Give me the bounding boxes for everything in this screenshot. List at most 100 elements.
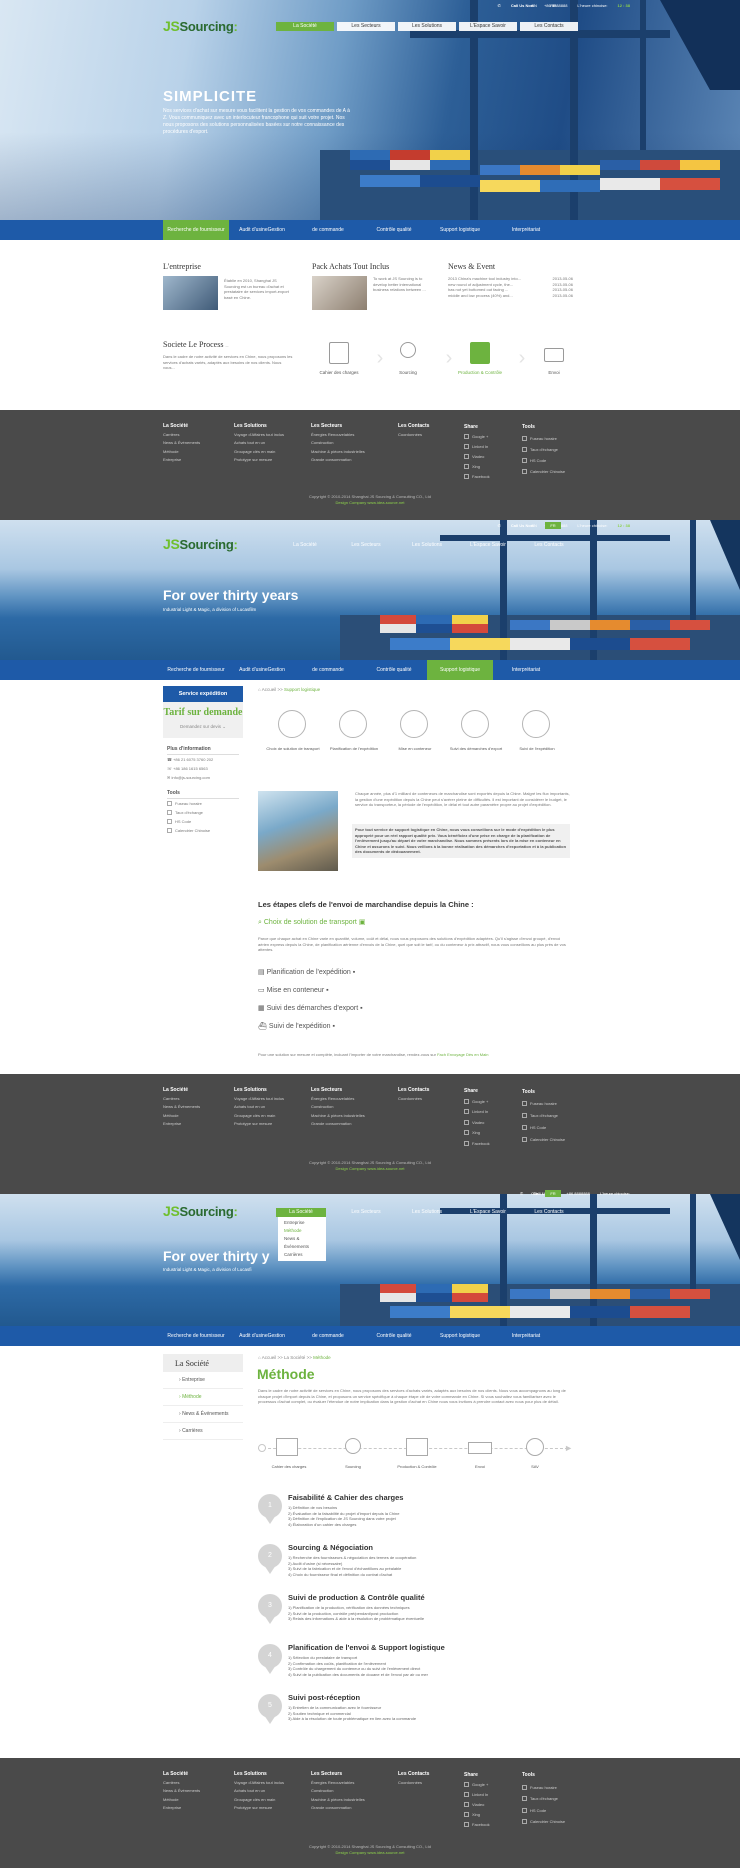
subnav-controle[interactable]: Contrôle qualité bbox=[361, 1326, 427, 1346]
logo[interactable]: JSSourcing: bbox=[163, 1203, 238, 1219]
nav-espace-savoir[interactable]: L'Espace Savoir bbox=[459, 1208, 517, 1217]
subnav-recherche[interactable]: Recherche de fournisseur bbox=[163, 1326, 229, 1346]
ship-step-label[interactable]: Suivi des démarches d'export bbox=[441, 746, 511, 751]
footer-link[interactable]: Taux d'échange bbox=[522, 1110, 565, 1122]
footer-link[interactable]: Machine & pièces industrielles bbox=[311, 1112, 365, 1121]
sidebar-item-methode[interactable]: › Méthode bbox=[163, 1389, 243, 1406]
step-conteneur[interactable]: ▭ Mise en conteneur ▪ bbox=[258, 986, 329, 994]
design-credit-link[interactable]: Design Company www.idea-source.net bbox=[0, 500, 740, 506]
logo[interactable]: JSSourcing: bbox=[163, 536, 238, 552]
step-cahier[interactable]: Cahier des charges bbox=[313, 342, 365, 375]
design-credit-link[interactable]: Design Company www.idea-source.net bbox=[0, 1850, 740, 1856]
footer-link[interactable]: Facebook bbox=[464, 1820, 490, 1830]
breadcrumb-home[interactable]: Accueil bbox=[262, 1355, 277, 1360]
footer-link[interactable]: Xing bbox=[464, 1128, 490, 1139]
footer-link[interactable]: Viadeo bbox=[464, 1118, 490, 1129]
footer-link[interactable]: Coordonnées bbox=[398, 1095, 429, 1104]
footer-link[interactable]: Xing bbox=[464, 462, 490, 472]
footer-link[interactable]: HS Code bbox=[522, 1805, 565, 1817]
tool-link[interactable]: HS Code bbox=[167, 817, 239, 826]
footer-link[interactable]: Prototype sur mesure bbox=[234, 1804, 284, 1813]
footer-link[interactable]: Machine & pièces industrielles bbox=[311, 448, 365, 457]
footer-link[interactable]: Google + bbox=[464, 1097, 490, 1108]
subnav-commande[interactable]: de commande bbox=[295, 220, 361, 240]
footer-link[interactable]: Prototype sur mesure bbox=[234, 456, 284, 465]
subnav-interpretariat[interactable]: Interprétariat bbox=[493, 1326, 559, 1346]
footer-link[interactable]: Calendrier Chinoise bbox=[522, 466, 565, 477]
footer-link[interactable]: Énergies Renouvelables bbox=[311, 1779, 365, 1788]
footer-link[interactable]: Méthode bbox=[163, 448, 200, 457]
subnav-commande[interactable]: de commande bbox=[295, 1326, 361, 1346]
footer-link[interactable]: Grande consommation bbox=[311, 456, 365, 465]
subnav-logistique[interactable]: Support logistique bbox=[427, 1326, 493, 1346]
step-choix[interactable]: ⌕ Choix de solution de transport ▣ bbox=[258, 918, 365, 927]
tool-link[interactable]: Fuseau horaire bbox=[167, 799, 239, 808]
subnav-audit[interactable]: Audit d'usineGestion bbox=[229, 1326, 295, 1346]
footer-link[interactable]: Fuseau horaire bbox=[522, 1782, 565, 1794]
sidebar-item-news[interactable]: › News & Événements bbox=[163, 1406, 243, 1423]
step-suivi[interactable]: ⛴ Suivi de l'expédition ▪ bbox=[258, 1022, 335, 1030]
footer-link[interactable]: Grande consommation bbox=[311, 1120, 365, 1129]
footer-link[interactable]: Groupage clés en main bbox=[234, 1796, 284, 1805]
footer-link[interactable]: Achats tout en un bbox=[234, 1787, 284, 1796]
footer-link[interactable]: Méthode bbox=[163, 1112, 200, 1121]
tool-link[interactable]: Calendrier Chinoise bbox=[167, 826, 239, 835]
footer-link[interactable]: Xing bbox=[464, 1810, 490, 1820]
dropdown-item[interactable]: Entreprise bbox=[284, 1219, 320, 1227]
footer-link[interactable]: Machine & pièces industrielles bbox=[311, 1796, 365, 1805]
footer-link[interactable]: Linked In bbox=[464, 1790, 490, 1800]
footer-link[interactable]: Carrières bbox=[163, 1095, 200, 1104]
footer-link[interactable]: Coordonnées bbox=[398, 431, 429, 440]
nav-contacts[interactable]: Les Contacts bbox=[520, 22, 578, 31]
dropdown-item[interactable]: News & Évènements bbox=[284, 1235, 320, 1251]
footer-link[interactable]: Facebook bbox=[464, 472, 490, 482]
nav-espace-savoir[interactable]: L'Espace Savoir bbox=[459, 22, 517, 31]
nav-contacts[interactable]: Les Contacts bbox=[520, 1208, 578, 1217]
footer-link[interactable]: Construction bbox=[311, 439, 365, 448]
footer-link[interactable]: Prototype sur mesure bbox=[234, 1120, 284, 1129]
footer-link[interactable]: Groupage clés en main bbox=[234, 448, 284, 457]
nav-secteurs[interactable]: Les Secteurs bbox=[337, 1208, 395, 1217]
news-item[interactable]: middle and low process (40%) and... 2013-… bbox=[448, 293, 573, 299]
footer-link[interactable]: Calendrier Chinoise bbox=[522, 1134, 565, 1146]
footer-link[interactable]: Entreprise bbox=[163, 456, 200, 465]
subnav-commande[interactable]: de commande bbox=[295, 660, 361, 680]
nav-contacts[interactable]: Les Contacts bbox=[520, 541, 578, 550]
pack-title[interactable]: Pack Achats Tout Inclus bbox=[312, 262, 389, 271]
news-title[interactable]: News & Event bbox=[448, 262, 495, 271]
subnav-logistique[interactable]: Support logistique bbox=[427, 660, 493, 680]
footer-link[interactable]: Groupage clés en main bbox=[234, 1112, 284, 1121]
footer-link[interactable]: News & Événements bbox=[163, 1103, 200, 1112]
footer-link[interactable]: Google + bbox=[464, 1780, 490, 1790]
footer-link[interactable]: Fuseau horaire bbox=[522, 1098, 565, 1110]
footer-link[interactable]: Viadeo bbox=[464, 452, 490, 462]
ship-step-label[interactable]: Planification de l'expédition bbox=[319, 746, 389, 751]
footer-link[interactable]: News & Événements bbox=[163, 1787, 200, 1796]
footer-link[interactable]: Énergies Renouvelables bbox=[311, 1095, 365, 1104]
lang-fr[interactable]: FR bbox=[545, 2, 561, 9]
footer-link[interactable]: Carrières bbox=[163, 431, 200, 440]
nav-solutions[interactable]: Les Solutions bbox=[398, 22, 456, 31]
breadcrumb-mid[interactable]: La Société bbox=[284, 1355, 305, 1360]
footer-link[interactable]: Viadeo bbox=[464, 1800, 490, 1810]
footer-link[interactable]: Construction bbox=[311, 1103, 365, 1112]
nav-societe[interactable]: La Société bbox=[276, 541, 334, 550]
dropdown-item[interactable]: Méthode bbox=[284, 1227, 320, 1235]
nav-solutions[interactable]: Les Solutions bbox=[398, 1208, 456, 1217]
footer-link[interactable]: Google + bbox=[464, 432, 490, 442]
nav-societe[interactable]: La Société bbox=[276, 22, 334, 31]
nav-secteurs[interactable]: Les Secteurs bbox=[337, 541, 395, 550]
footer-link[interactable]: Achats tout en un bbox=[234, 1103, 284, 1112]
nav-societe[interactable]: La Société bbox=[276, 1208, 326, 1217]
lang-cn[interactable]: CN bbox=[526, 2, 542, 9]
dropdown-item[interactable]: Carrières bbox=[284, 1251, 320, 1259]
footer-link[interactable]: Linked In bbox=[464, 1107, 490, 1118]
tool-link[interactable]: Taux d'échange bbox=[167, 808, 239, 817]
sidebar-item-carrieres[interactable]: › Carrières bbox=[163, 1423, 243, 1440]
subnav-recherche[interactable]: Recherche de fournisseur bbox=[163, 220, 229, 240]
nav-solutions[interactable]: Les Solutions bbox=[398, 541, 456, 550]
closing-link[interactable]: Fach Envoyage Dès en Main bbox=[437, 1052, 488, 1057]
footer-link[interactable]: Grande consommation bbox=[311, 1804, 365, 1813]
footer-link[interactable]: News & Événements bbox=[163, 439, 200, 448]
subnav-interpretariat[interactable]: Interprétariat bbox=[493, 660, 559, 680]
